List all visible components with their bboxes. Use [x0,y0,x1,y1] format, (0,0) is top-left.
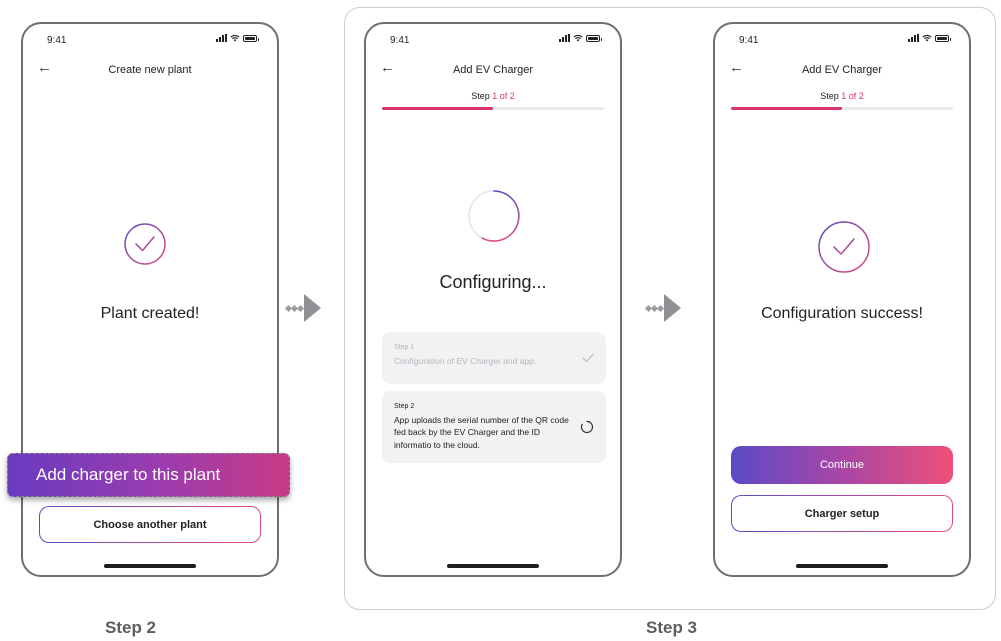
signal-icon [908,34,919,42]
card-step-label: Step 1 [394,344,415,351]
step-indicator: Step 1 of 2 [715,91,969,101]
choose-another-plant-button[interactable]: Choose another plant [39,506,261,543]
phone-screen-configuring: 9:41 ← Add EV Charger Step 1 of 2 Config… [364,22,622,577]
step-indicator-value: 1 of 2 [841,91,864,101]
battery-icon [935,34,951,42]
step-indicator: Step 1 of 2 [366,91,620,101]
step-indicator-prefix: Step [820,91,842,101]
flow-arrow-icon [644,294,681,322]
card-description: App uploads the serial number of the QR … [394,415,569,450]
progress-bar [382,107,604,110]
flow-arrow-icon [284,294,321,322]
status-icons [216,34,259,42]
page-title: Add EV Charger [801,64,883,76]
status-message: Configuration success! [761,305,923,322]
spinner-icon [580,420,594,434]
status-message: Plant created! [100,305,200,322]
check-circle-icon [124,223,166,265]
check-circle-icon [818,221,870,273]
status-icons [559,34,602,42]
step-indicator-value: 1 of 2 [492,91,515,101]
home-indicator [447,564,539,568]
status-time: 9:41 [739,35,759,46]
battery-icon [243,34,259,42]
signal-icon [559,34,570,42]
add-charger-to-plant-button[interactable]: Add charger to this plant [7,453,290,497]
card-description: Configuration of EV Charger and app. [394,356,537,366]
card-step-label: Step 2 [394,403,415,410]
progress-fill [731,107,842,110]
check-icon [582,353,594,363]
continue-button[interactable]: Continue [731,446,953,484]
step-indicator-prefix: Step [471,91,493,101]
phone-screen-configuration-success: 9:41 ← Add EV Charger Step 1 of 2 Config… [713,22,971,577]
step-caption-right: Step 3 [646,618,698,637]
battery-icon [586,34,602,42]
status-time: 9:41 [390,35,410,46]
progress-fill [382,107,493,110]
signal-icon [216,34,227,42]
config-step-card-2: Step 2 App uploads the serial number of … [382,391,606,463]
progress-bar [731,107,953,110]
status-time: 9:41 [47,35,67,46]
home-indicator [796,564,888,568]
wifi-icon [922,34,932,42]
home-indicator [104,564,196,568]
charger-setup-button[interactable]: Charger setup [731,495,953,532]
page-title: Add EV Charger [452,64,534,76]
spinner-icon [468,190,520,242]
wifi-icon [230,34,240,42]
status-message: Configuring... [439,272,547,292]
page-title: Create new plant [108,64,192,76]
status-icons [908,34,951,42]
config-step-card-1: Step 1 Configuration of EV Charger and a… [382,332,606,384]
step-caption-left: Step 2 [105,618,157,637]
wifi-icon [573,34,583,42]
